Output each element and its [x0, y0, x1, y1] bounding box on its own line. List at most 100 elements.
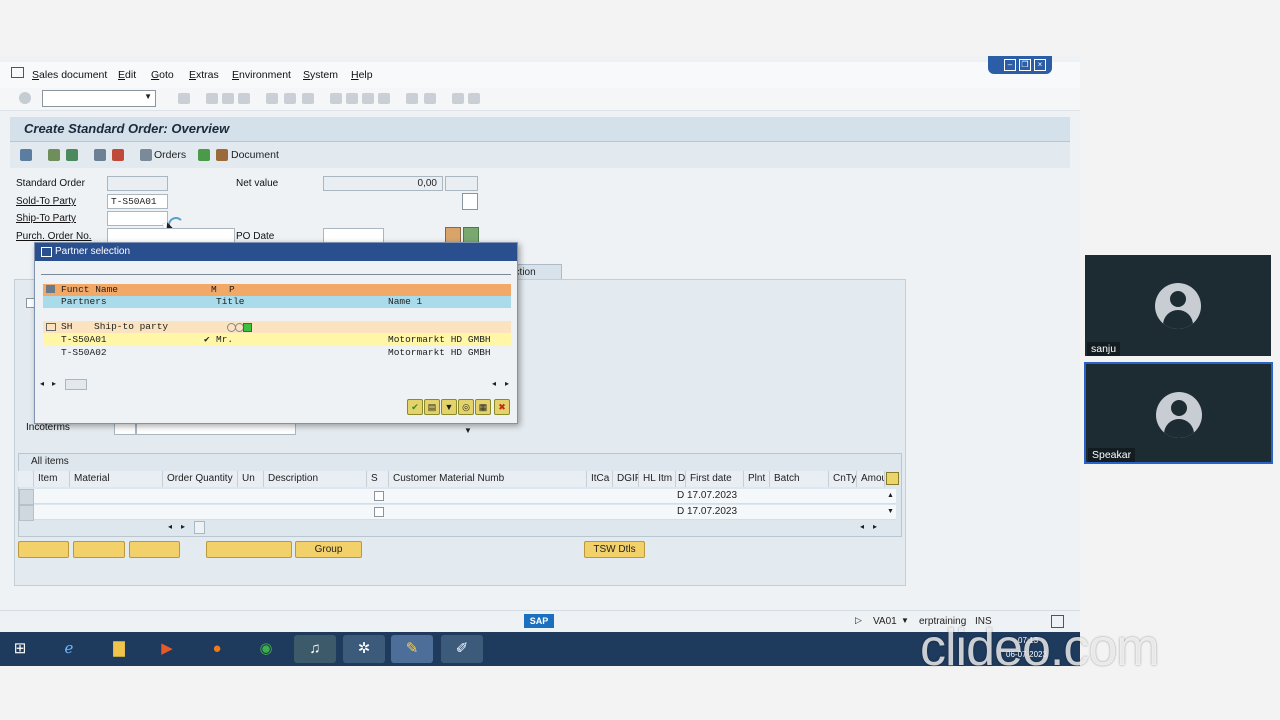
tsw-details-button[interactable]: TSW Dtls: [584, 541, 645, 558]
exit-icon[interactable]: [222, 93, 234, 104]
print-icon[interactable]: [266, 93, 278, 104]
scroll-down-icon[interactable]: ▼: [464, 426, 472, 435]
chrome-icon[interactable]: ◉: [245, 635, 287, 663]
scroll-up-icon[interactable]: ▲: [887, 492, 894, 499]
menu-edit[interactable]: Edit: [118, 69, 136, 81]
contact-icon[interactable]: [463, 227, 479, 243]
sap-gui-icon[interactable]: ✐: [441, 635, 483, 663]
col-material[interactable]: Material: [70, 471, 163, 487]
close-icon[interactable]: ×: [1034, 59, 1046, 71]
next-page-icon[interactable]: [362, 93, 374, 104]
col-itca[interactable]: ItCa: [587, 471, 613, 487]
sort-icon[interactable]: ▦: [475, 399, 491, 415]
list-item[interactable]: T-S50A02 Motormarkt HD GMBH: [43, 347, 511, 359]
list-item[interactable]: T-S50A01 ✔ Mr. Motormarkt HD GMBH: [43, 334, 511, 346]
folder-icon[interactable]: [46, 323, 56, 331]
find-next-icon[interactable]: [302, 93, 314, 104]
col-first-date[interactable]: First date: [686, 471, 744, 487]
block-icon[interactable]: [112, 149, 124, 161]
chevron-down-icon[interactable]: ▼: [901, 616, 909, 625]
row-selector[interactable]: [19, 505, 34, 521]
document-button[interactable]: Document: [231, 149, 279, 161]
new-session-icon[interactable]: [406, 93, 418, 104]
help-icon[interactable]: [452, 93, 464, 104]
item-insert-buttons[interactable]: [73, 541, 125, 558]
col-amount[interactable]: Amou: [857, 471, 885, 487]
menu-sales-document[interactable]: Sales document: [32, 69, 107, 81]
header-detail-icon[interactable]: [48, 149, 60, 161]
col-dgip[interactable]: DGIP: [613, 471, 639, 487]
col-hl-itm[interactable]: HL Itm: [639, 471, 676, 487]
document-tree-icon[interactable]: [198, 149, 210, 161]
menu-goto[interactable]: Goto: [151, 69, 174, 81]
sap-menu-icon[interactable]: [11, 67, 24, 78]
person-icon[interactable]: [445, 227, 461, 243]
sap-logon-icon[interactable]: ✎: [391, 635, 433, 663]
item-detail-buttons[interactable]: [18, 541, 69, 558]
col-description[interactable]: Description: [264, 471, 367, 487]
scroll-down-icon[interactable]: ▼: [887, 508, 894, 515]
menu-environment[interactable]: Environment: [232, 69, 291, 81]
menu-help[interactable]: Help: [351, 69, 373, 81]
scroll-left-icon[interactable]: ◂: [492, 379, 496, 388]
scroll-left-icon[interactable]: ◂: [40, 379, 44, 388]
row-selector[interactable]: [19, 489, 34, 505]
orders-button[interactable]: Orders: [154, 149, 186, 161]
save-icon[interactable]: [178, 93, 190, 104]
item-sort-buttons[interactable]: [129, 541, 180, 558]
col-order-quantity[interactable]: Order Quantity: [163, 471, 238, 487]
prev-page-icon[interactable]: [346, 93, 358, 104]
document-icon[interactable]: [216, 149, 228, 161]
scroll-right-icon[interactable]: ▸: [873, 522, 877, 531]
row-first-date[interactable]: 17.07.2023: [687, 490, 737, 501]
cancel-icon[interactable]: ✖: [494, 399, 510, 415]
sold-to-party-field[interactable]: T-S50A01: [107, 194, 168, 209]
filter-icon[interactable]: ▼: [441, 399, 457, 415]
transaction-code[interactable]: VA01: [873, 616, 897, 627]
horizontal-scrollbar[interactable]: [194, 521, 205, 534]
minimize-icon[interactable]: –: [1004, 59, 1016, 71]
chevron-down-icon[interactable]: ▼: [144, 92, 152, 101]
col-batch[interactable]: Batch: [770, 471, 829, 487]
back-icon[interactable]: [206, 93, 218, 104]
table-row[interactable]: D 17.07.2023: [34, 489, 896, 504]
po-date-field[interactable]: [323, 228, 384, 243]
row-checkbox[interactable]: [374, 507, 384, 517]
display-doc-flow-icon[interactable]: [20, 149, 32, 161]
scroll-left-icon[interactable]: ◂: [168, 522, 172, 531]
row-first-date[interactable]: 17.07.2023: [687, 506, 737, 517]
table-row[interactable]: D 17.07.2023: [34, 505, 896, 520]
dialog-menu-icon[interactable]: [41, 247, 52, 257]
col-plnt[interactable]: Plnt: [744, 471, 770, 487]
group-button[interactable]: Group: [295, 541, 362, 558]
col-item[interactable]: Item: [34, 471, 70, 487]
layout-icon[interactable]: [468, 93, 480, 104]
menu-system[interactable]: System: [303, 69, 338, 81]
confirm-icon[interactable]: ✔: [407, 399, 423, 415]
first-page-icon[interactable]: [330, 93, 342, 104]
table-settings-icon[interactable]: [886, 472, 899, 485]
media-player-icon[interactable]: ▶: [146, 635, 188, 663]
document-page-icon[interactable]: [462, 193, 478, 210]
scroll-right-icon[interactable]: ▸: [505, 379, 509, 388]
col-s[interactable]: S: [367, 471, 389, 487]
scroll-left-icon[interactable]: ◂: [860, 522, 864, 531]
command-field[interactable]: ▼: [42, 90, 156, 107]
menu-extras[interactable]: Extras: [189, 69, 219, 81]
row-checkbox[interactable]: [374, 491, 384, 501]
firefox-icon[interactable]: ●: [196, 635, 238, 663]
restore-icon[interactable]: ❐: [1019, 59, 1031, 71]
select-all-icon[interactable]: ▤: [424, 399, 440, 415]
partner-icon[interactable]: [66, 149, 78, 161]
internet-explorer-icon[interactable]: ℯ: [48, 635, 90, 663]
link-icon[interactable]: [94, 149, 106, 161]
status-expand-icon[interactable]: ▷: [855, 615, 862, 626]
enter-icon[interactable]: [19, 92, 31, 104]
item-function-buttons[interactable]: [206, 541, 292, 558]
start-button-icon[interactable]: ⊞: [0, 635, 40, 663]
orders-icon[interactable]: [140, 149, 152, 161]
cancel-icon[interactable]: [238, 93, 250, 104]
col-d[interactable]: D: [676, 471, 686, 487]
find-icon[interactable]: [284, 93, 296, 104]
horizontal-scrollbar[interactable]: [65, 379, 87, 390]
